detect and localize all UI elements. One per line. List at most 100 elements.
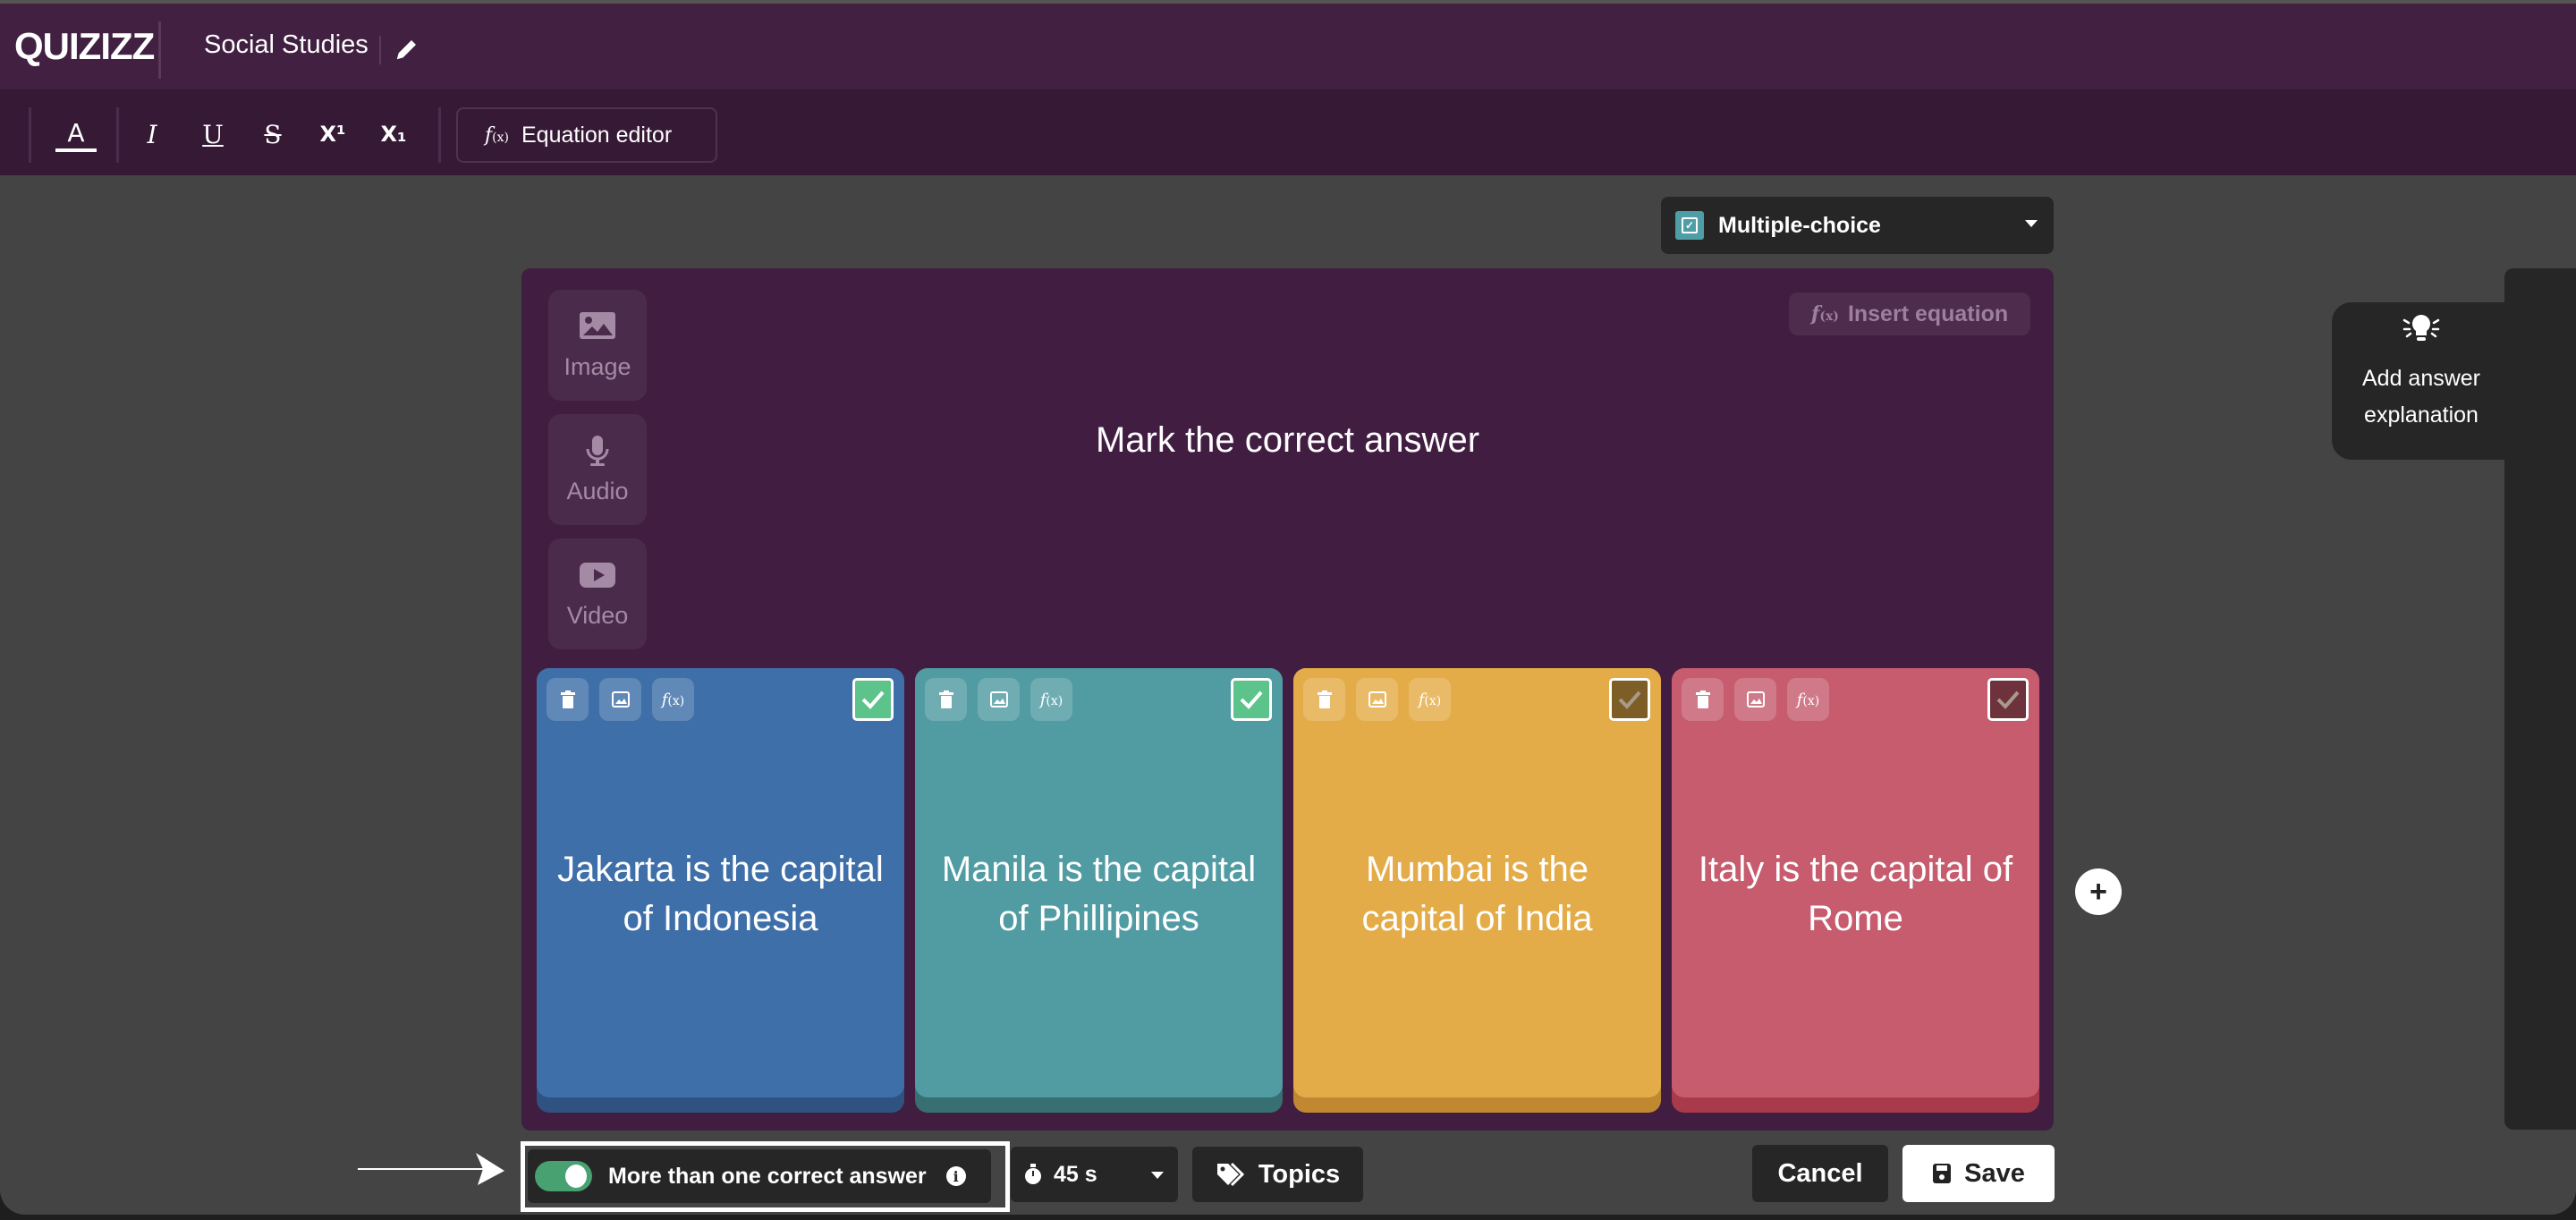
checkmark-icon: [1996, 690, 2020, 709]
trash-icon: [560, 690, 575, 708]
add-option-image-button[interactable]: [978, 678, 1020, 721]
underline-button[interactable]: U: [195, 116, 231, 152]
answer-option[interactable]: f(x) Mumbai is the capital of India: [1293, 668, 1661, 1113]
answer-options: f(x) Jakarta is the capital of Indonesia f…: [537, 668, 2039, 1113]
add-option-button[interactable]: +: [2075, 868, 2122, 915]
function-icon: f(x): [1796, 690, 1820, 709]
toolbar-divider: [29, 107, 31, 163]
option-equation-button[interactable]: f(x): [1409, 678, 1451, 721]
equation-editor-button[interactable]: f(x) Equation editor: [456, 107, 717, 163]
image-icon: [1368, 691, 1386, 707]
delete-option-button[interactable]: [1682, 678, 1724, 721]
topics-label: Topics: [1258, 1159, 1341, 1189]
mark-correct-checkbox[interactable]: [1987, 678, 2029, 721]
checkmark-icon: [1240, 690, 1263, 709]
add-option-image-button[interactable]: [1734, 678, 1776, 721]
delete-option-button[interactable]: [547, 678, 589, 721]
timer-dropdown[interactable]: 45 s: [1011, 1147, 1178, 1202]
image-icon: [1746, 691, 1765, 707]
image-icon: [580, 311, 615, 339]
toolbar-divider: [116, 107, 119, 163]
superscript-button[interactable]: X¹: [315, 116, 351, 152]
question-type-dropdown[interactable]: ✓ Multiple-choice: [1661, 197, 2054, 254]
app-frame: QUIZIZZ Social Studies A I U S X¹ X₁ f(x…: [0, 0, 2576, 1215]
answer-option[interactable]: f(x) Manila is the capital of Phillipines: [915, 668, 1283, 1113]
add-option-image-button[interactable]: [1356, 678, 1398, 721]
right-side-panel: [2504, 268, 2576, 1130]
chevron-down-icon: [2025, 220, 2038, 227]
image-label: Image: [564, 352, 631, 380]
add-image-button[interactable]: Image: [548, 290, 647, 401]
question-type-label: Multiple-choice: [1718, 212, 1881, 238]
video-icon: [580, 562, 615, 588]
multiple-correct-toggle[interactable]: [535, 1161, 592, 1191]
strikethrough-button[interactable]: S: [255, 116, 291, 152]
function-icon: f(x): [485, 123, 509, 147]
trash-icon: [1695, 690, 1710, 708]
answer-text[interactable]: Manila is the capital of Phillipines: [933, 845, 1265, 944]
mark-correct-checkbox[interactable]: [1609, 678, 1650, 721]
delete-option-button[interactable]: [1303, 678, 1345, 721]
add-video-button[interactable]: Video: [548, 538, 647, 649]
delete-option-button[interactable]: [925, 678, 967, 721]
multiple-correct-label: More than one correct answer: [608, 1163, 927, 1189]
explanation-label-line1: Add answer: [2361, 366, 2481, 391]
function-icon: f(x): [661, 690, 685, 709]
stopwatch-icon: [1025, 1164, 1041, 1184]
trash-icon: [938, 690, 953, 708]
save-label: Save: [1964, 1158, 2025, 1188]
checkbox-icon: ✓: [1675, 211, 1704, 240]
answer-text[interactable]: Italy is the capital of Rome: [1690, 845, 2021, 944]
checkmark-icon: [1618, 690, 1641, 709]
question-text[interactable]: Mark the correct answer: [521, 420, 2054, 461]
answer-text[interactable]: Mumbai is the capital of India: [1311, 845, 1643, 944]
answer-text[interactable]: Jakarta is the capital of Indonesia: [555, 845, 886, 944]
function-icon: f(x): [1810, 302, 1839, 326]
header: QUIZIZZ Social Studies: [0, 4, 2576, 89]
option-equation-button[interactable]: f(x): [1787, 678, 1829, 721]
question-editor: Image Audio Video f(x) Insert equation M…: [521, 268, 2054, 1131]
italic-button[interactable]: I: [134, 116, 170, 152]
answer-option[interactable]: f(x) Italy is the capital of Rome: [1672, 668, 2039, 1113]
function-icon: f(x): [1418, 690, 1442, 709]
multiple-correct-toggle-row: More than one correct answer i: [528, 1149, 991, 1203]
info-icon[interactable]: i: [945, 1166, 966, 1186]
option-equation-button[interactable]: f(x): [652, 678, 694, 721]
toolbar-divider: [438, 107, 441, 163]
topics-button[interactable]: Topics: [1192, 1147, 1363, 1202]
chevron-down-icon: [1151, 1172, 1164, 1179]
audio-label: Audio: [566, 477, 629, 504]
title-divider: [379, 36, 381, 64]
lightbulb-icon: [2402, 315, 2440, 341]
plus-icon: +: [2089, 874, 2107, 909]
option-equation-button[interactable]: f(x): [1030, 678, 1072, 721]
image-icon: [611, 691, 630, 707]
insert-equation-label: Insert equation: [1847, 301, 2009, 326]
tags-icon: [1216, 1162, 1244, 1187]
format-toolbar: A I U S X¹ X₁ f(x) Equation editor: [0, 89, 2576, 175]
cancel-button[interactable]: Cancel: [1752, 1145, 1888, 1202]
video-label: Video: [566, 601, 629, 629]
add-option-image-button[interactable]: [599, 678, 641, 721]
explanation-label-line2: explanation: [2364, 402, 2479, 428]
save-button[interactable]: Save: [1902, 1145, 2055, 1202]
quizizz-logo[interactable]: QUIZIZZ: [14, 25, 155, 68]
header-divider: [158, 21, 161, 79]
timer-value: 45 s: [1054, 1161, 1097, 1187]
mark-correct-checkbox[interactable]: [852, 678, 894, 721]
mark-correct-checkbox[interactable]: [1231, 678, 1272, 721]
checkmark-icon: [861, 690, 885, 709]
quiz-title[interactable]: Social Studies: [204, 30, 369, 60]
answer-option[interactable]: f(x) Jakarta is the capital of Indonesia: [537, 668, 904, 1113]
image-icon: [989, 691, 1008, 707]
equation-editor-label: Equation editor: [521, 122, 673, 148]
add-answer-explanation-button[interactable]: Add answer explanation: [2332, 302, 2511, 460]
trash-icon: [1317, 690, 1332, 708]
subscript-button[interactable]: X₁: [376, 116, 411, 152]
save-icon: [1933, 1164, 1952, 1183]
text-color-button[interactable]: A: [55, 116, 97, 152]
annotation-arrow-icon: [358, 1153, 504, 1185]
insert-equation-button[interactable]: f(x) Insert equation: [1789, 292, 2030, 335]
pencil-icon[interactable]: [394, 34, 420, 64]
function-icon: f(x): [1039, 690, 1063, 709]
